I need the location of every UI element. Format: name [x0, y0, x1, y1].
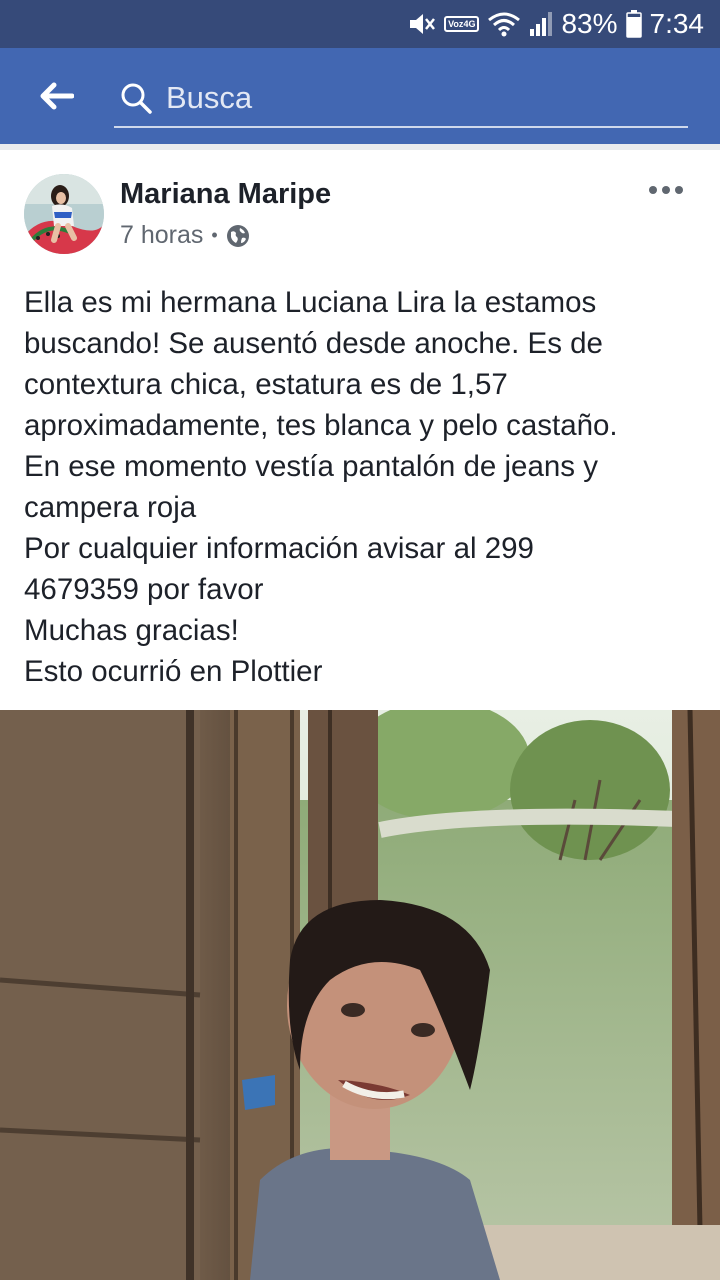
- post-time[interactable]: 7 horas: [120, 221, 203, 250]
- status-bar: Voz 4G 83% 7:34: [0, 0, 720, 48]
- search-icon: [121, 83, 152, 114]
- meta-separator: •: [211, 225, 218, 245]
- post-photo[interactable]: [0, 710, 720, 1280]
- post-text-line: En ese momento vestía pantalón de jeans …: [24, 450, 598, 483]
- post-text-line: Esto ocurrió en Plottier: [24, 655, 323, 688]
- post-card: Mariana Maripe 7 horas • Ella es mi herm…: [0, 150, 720, 1280]
- battery-icon: [625, 10, 642, 38]
- search-input[interactable]: [166, 80, 666, 116]
- post-text-line: contextura chica, estatura es de 1,57: [24, 368, 508, 401]
- search-bar[interactable]: [114, 70, 688, 128]
- author-name[interactable]: Mariana Maripe: [120, 178, 331, 211]
- globe-icon: [226, 224, 249, 247]
- battery-percent: 83%: [561, 8, 618, 39]
- signal-icon: [529, 11, 553, 37]
- post-text: Ella es mi hermana Luciana Lira la estam…: [24, 282, 700, 692]
- more-options-button[interactable]: [644, 174, 688, 206]
- avatar[interactable]: [24, 174, 104, 254]
- post-text-line: aproximadamente, tes blanca y pelo casta…: [24, 409, 618, 442]
- wifi-icon: [487, 11, 521, 37]
- post-text-line: campera roja: [24, 491, 197, 524]
- post-text-line: buscando! Se ausentó desde anoche. Es de: [24, 327, 603, 360]
- app-bar: [0, 48, 720, 144]
- mute-icon: [408, 11, 436, 37]
- volte-icon: Voz 4G: [444, 16, 480, 32]
- post-text-line: 4679359 por favor: [24, 573, 264, 606]
- clock: 7:34: [649, 8, 705, 39]
- back-arrow-icon: [40, 82, 74, 110]
- post-text-line: Por cualquier información avisar al 299: [24, 532, 534, 565]
- back-button[interactable]: [30, 74, 82, 118]
- more-horizontal-icon: [649, 186, 683, 194]
- post-meta: 7 horas •: [120, 221, 250, 250]
- post-text-line: Muchas gracias!: [24, 614, 239, 647]
- post-text-line: Ella es mi hermana Luciana Lira la estam…: [24, 286, 597, 319]
